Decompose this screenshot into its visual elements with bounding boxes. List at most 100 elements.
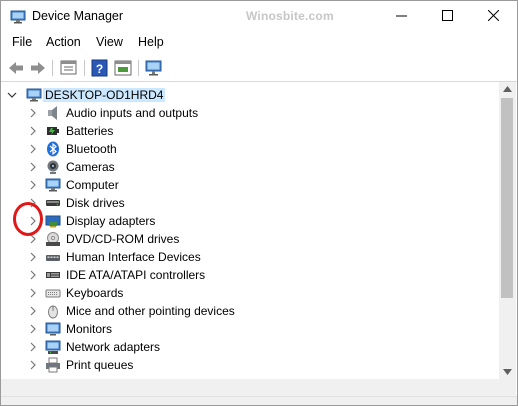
chevron-right-icon[interactable] [28, 342, 38, 352]
computer-root-icon [26, 88, 42, 102]
battery-icon [47, 127, 59, 135]
tree-item-label: Mice and other pointing devices [66, 304, 235, 318]
watermark-text: Winosbite.com [246, 9, 334, 23]
camera-icon [47, 160, 59, 174]
tree-item-batteries[interactable]: Batteries [1, 122, 499, 140]
chevron-down-icon[interactable] [7, 90, 17, 100]
chevron-right-icon[interactable] [28, 288, 38, 298]
tree-item-label: Audio inputs and outputs [66, 106, 199, 120]
forward-arrow-icon [31, 62, 45, 74]
tree-item-display-adapters[interactable]: Display adapters [1, 212, 499, 230]
tree-item-label: Bluetooth [66, 142, 117, 156]
view-pane-icon [114, 60, 132, 76]
tree-item-ide[interactable]: IDE ATA/ATAPI controllers [1, 266, 499, 284]
back-button[interactable] [6, 58, 26, 78]
tree-item-print-queues[interactable]: Print queues [1, 356, 499, 374]
tree-item-disk-drives[interactable]: Disk drives [1, 194, 499, 212]
printer-icon [46, 357, 60, 373]
tree-item-label: Print queues [66, 358, 134, 372]
toolbar-separator [138, 60, 139, 76]
device-manager-window: Device Manager Winosbite.com File Action… [0, 0, 518, 406]
tree-item-audio[interactable]: Audio inputs and outputs [1, 104, 499, 122]
dvd-icon [46, 232, 60, 246]
help-icon: ? [91, 59, 108, 77]
tree-item-dvd[interactable]: DVD/CD-ROM drives [1, 230, 499, 248]
highlight-circle-annotation [13, 202, 43, 236]
speaker-icon [48, 106, 57, 120]
chevron-right-icon[interactable] [28, 306, 38, 316]
properties-list-icon [60, 60, 77, 75]
horizontal-scrollbar[interactable] [1, 379, 499, 396]
bluetooth-icon [47, 141, 59, 157]
monitor-icon [45, 322, 61, 336]
chevron-right-icon[interactable] [28, 324, 38, 334]
tree-item-computer[interactable]: Computer [1, 176, 499, 194]
scrollbar-corner [499, 379, 516, 396]
chevron-right-icon[interactable] [28, 270, 38, 280]
tree-item-label: Human Interface Devices [66, 250, 201, 264]
tree-item-monitors[interactable]: Monitors [1, 320, 499, 338]
minimize-icon [396, 15, 407, 17]
tree-item-network[interactable]: Network adapters [1, 338, 499, 356]
tree-item-cameras[interactable]: Cameras [1, 158, 499, 176]
tree-root[interactable]: DESKTOP-OD1HRD4 [1, 86, 499, 104]
tree-item-keyboards[interactable]: Keyboards [1, 284, 499, 302]
chevron-right-icon[interactable] [28, 252, 38, 262]
chevron-right-icon[interactable] [28, 108, 38, 118]
chevron-right-icon[interactable] [28, 180, 38, 190]
tree-item-hid[interactable]: Human Interface Devices [1, 248, 499, 266]
toolbar: ? [1, 55, 517, 81]
hid-icon [46, 255, 60, 261]
tree-item-mice[interactable]: Mice and other pointing devices [1, 302, 499, 320]
tree-item-label: Keyboards [66, 286, 124, 300]
chevron-right-icon[interactable] [28, 126, 38, 136]
menu-help[interactable]: Help [138, 35, 164, 49]
title-bar[interactable]: Device Manager Winosbite.com [1, 1, 517, 32]
tree-root-label: DESKTOP-OD1HRD4 [43, 88, 166, 102]
tree-item-label: Display adapters [66, 214, 156, 228]
action-view-button[interactable] [113, 58, 133, 78]
svg-text:?: ? [96, 62, 103, 76]
tree-item-label: IDE ATA/ATAPI controllers [66, 268, 206, 282]
vertical-scroll-thumb[interactable] [501, 98, 513, 298]
menu-file[interactable]: File [12, 35, 32, 49]
scan-monitor-icon [145, 60, 162, 76]
menu-bar: File Action View Help [1, 32, 517, 53]
menu-view[interactable]: View [96, 35, 123, 49]
processor-icon [45, 375, 61, 376]
properties-list-button[interactable] [59, 58, 79, 78]
keyboard-icon [45, 289, 61, 298]
status-bar [1, 396, 517, 405]
scan-hardware-button[interactable] [144, 58, 164, 78]
help-button[interactable]: ? [90, 58, 110, 78]
tree-item-label: Cameras [66, 160, 115, 174]
maximize-button[interactable] [425, 1, 471, 31]
menu-action[interactable]: Action [46, 35, 81, 49]
minimize-button[interactable] [379, 1, 425, 31]
tree-item-label: Batteries [66, 124, 114, 138]
window-title: Device Manager [32, 9, 124, 23]
scroll-up-arrow-icon[interactable] [503, 86, 512, 92]
tree-item-label: Network adapters [66, 340, 161, 354]
chevron-right-icon[interactable] [28, 162, 38, 172]
toolbar-separator [84, 60, 85, 76]
tree-item-label: Disk drives [66, 196, 125, 210]
device-tree[interactable]: DESKTOP-OD1HRD4 Audio inputs and outputs… [1, 84, 499, 376]
close-button[interactable] [471, 1, 517, 31]
mouse-icon [48, 305, 58, 319]
chevron-right-icon[interactable] [28, 144, 38, 154]
toolbar-divider [1, 81, 517, 82]
chevron-right-icon[interactable] [28, 360, 38, 370]
computer-icon [45, 178, 61, 192]
tree-item-label: Monitors [66, 322, 113, 336]
tree-item-processors[interactable]: P [1, 374, 499, 376]
scroll-down-arrow-icon[interactable] [503, 369, 512, 375]
toolbar-separator [52, 60, 53, 76]
back-arrow-icon [9, 62, 23, 74]
vertical-scrollbar[interactable] [499, 82, 516, 379]
tree-item-bluetooth[interactable]: Bluetooth [1, 140, 499, 158]
device-manager-app-icon [10, 9, 26, 28]
tree-item-label: DVD/CD-ROM drives [66, 232, 180, 246]
display-adapter-icon [45, 215, 61, 228]
forward-button[interactable] [28, 58, 48, 78]
